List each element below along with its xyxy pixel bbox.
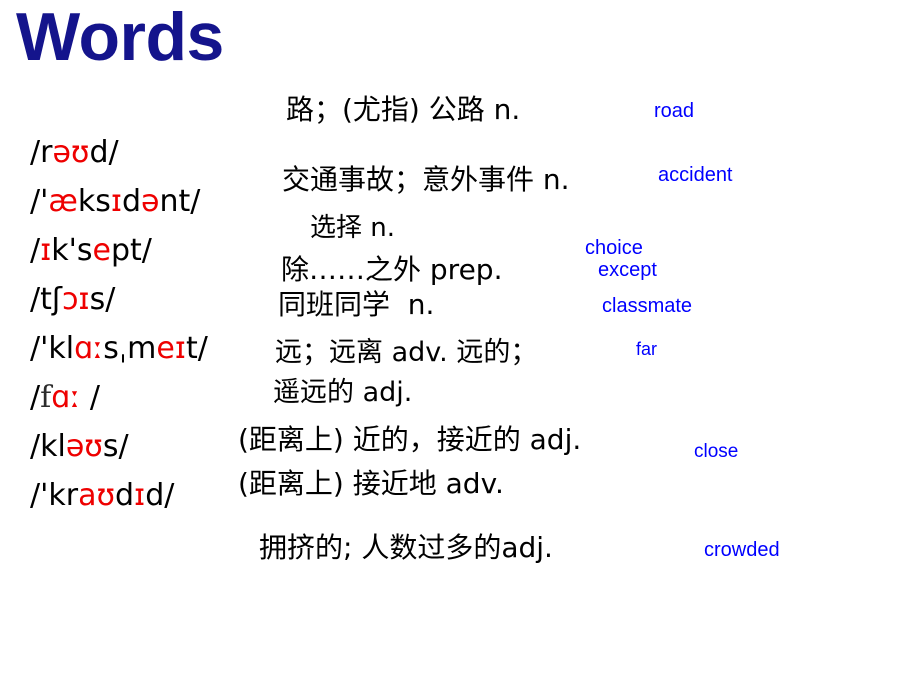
word-except: except — [598, 259, 657, 281]
meaning-far-line1: 远；远离 adv. 远的； — [275, 337, 538, 368]
phonetic-classmate: /'klɑːsˌmeɪt/ — [30, 331, 208, 366]
phonetic-road: /rəʊd/ — [30, 135, 119, 170]
phonetic-accident: /'æksɪdənt/ — [30, 184, 201, 219]
phonetic-choice: /tʃɔɪs/ — [30, 282, 116, 317]
meaning-except: 除……之外 prep. — [281, 253, 503, 286]
meaning-close-line1: (距离上) 近的，接近的 adj. — [238, 423, 582, 456]
word-road: road — [654, 100, 695, 122]
page-title: Words — [16, 0, 224, 75]
meaning-far-line2: 遥远的 adj. — [273, 377, 413, 408]
vocabulary-slide: Words /rəʊd/ /'æksɪdənt/ /ɪk'sept/ /tʃɔɪ… — [0, 0, 920, 690]
word-crowded: crowded — [704, 539, 780, 561]
meaning-road: 路；(尤指) 公路 n. — [286, 93, 521, 126]
meaning-classmate: 同班同学 n. — [278, 288, 435, 321]
meaning-crowded: 拥挤的; 人数过多的adj. — [259, 531, 553, 564]
phonetic-except: /ɪk'sept/ — [30, 233, 152, 268]
phonetic-far: /fɑː / — [30, 380, 101, 415]
meaning-accident: 交通事故；意外事件 n. — [282, 163, 570, 196]
phonetic-crowded: /'kraʊdɪd/ — [30, 478, 175, 513]
phonetics-column: /rəʊd/ /'æksɪdənt/ /ɪk'sept/ /tʃɔɪs/ /'k… — [30, 128, 270, 520]
word-far: far — [636, 339, 658, 359]
meaning-close-line2: (距离上) 接近地 adv. — [238, 467, 504, 500]
word-choice: choice — [585, 237, 643, 259]
word-classmate: classmate — [602, 295, 693, 317]
phonetic-close: /kləʊs/ — [30, 429, 129, 464]
meaning-choice: 选择 n. — [310, 213, 396, 243]
word-close: close — [694, 441, 739, 462]
word-accident: accident — [658, 164, 733, 186]
